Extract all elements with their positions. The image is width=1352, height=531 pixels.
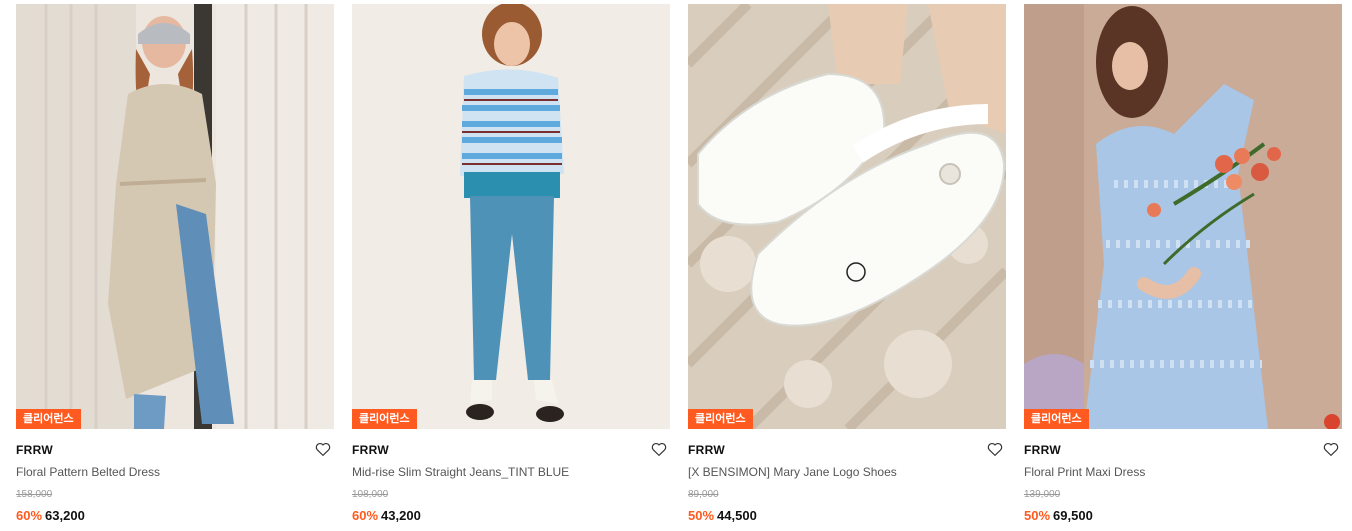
product-card[interactable]: 클리어런스 FRRW Mid-rise Slim Straight Jeans_… [352,4,670,523]
product-image[interactable]: 클리어런스 [688,4,1006,429]
product-name[interactable]: [X BENSIMON] Mary Jane Logo Shoes [688,465,1006,479]
discount-rate: 60% [16,508,43,523]
original-price: 108,000 [352,489,389,500]
original-price: 158,000 [16,489,53,500]
heart-outline-icon[interactable] [986,440,1004,458]
clearance-badge: 클리어런스 [1024,409,1089,429]
product-card[interactable]: 클리어런스 FRRW Floral Pattern Belted Dress 1… [16,4,334,523]
discount-rate: 50% [688,508,715,523]
discount-rate: 60% [352,508,379,523]
original-price: 89,000 [688,489,719,500]
brand-name[interactable]: FRRW [688,443,725,457]
sale-price: 69,500 [1053,508,1093,523]
price-row: 60% 43,200 [352,508,670,523]
clearance-badge: 클리어런스 [688,409,753,429]
heart-outline-icon[interactable] [314,440,332,458]
discount-rate: 50% [1024,508,1051,523]
brand-row: FRRW [16,441,334,465]
sale-price: 44,500 [717,508,757,523]
brand-name[interactable]: FRRW [1024,443,1061,457]
price-row: 50% 44,500 [688,508,1006,523]
clearance-badge: 클리어런스 [352,409,417,429]
brand-name[interactable]: FRRW [16,443,53,457]
product-grid: 클리어런스 FRRW Floral Pattern Belted Dress 1… [0,0,1352,531]
brand-row: FRRW [688,441,1006,465]
product-name[interactable]: Mid-rise Slim Straight Jeans_TINT BLUE [352,465,670,479]
brand-name[interactable]: FRRW [352,443,389,457]
product-image[interactable]: 클리어런스 [1024,4,1342,429]
product-image[interactable]: 클리어런스 [352,4,670,429]
sale-price: 43,200 [381,508,421,523]
clearance-badge: 클리어런스 [16,409,81,429]
product-name[interactable]: Floral Print Maxi Dress [1024,465,1342,479]
product-card[interactable]: 클리어런스 FRRW [X BENSIMON] Mary Jane Logo S… [688,4,1006,523]
brand-row: FRRW [352,441,670,465]
price-row: 60% 63,200 [16,508,334,523]
heart-outline-icon[interactable] [650,440,668,458]
original-price: 139,000 [1024,489,1061,500]
brand-row: FRRW [1024,441,1342,465]
product-image[interactable]: 클리어런스 [16,4,334,429]
product-card[interactable]: 클리어런스 FRRW Floral Print Maxi Dress 139,0… [1024,4,1342,523]
sale-price: 63,200 [45,508,85,523]
price-row: 50% 69,500 [1024,508,1342,523]
heart-outline-icon[interactable] [1322,440,1340,458]
product-name[interactable]: Floral Pattern Belted Dress [16,465,334,479]
